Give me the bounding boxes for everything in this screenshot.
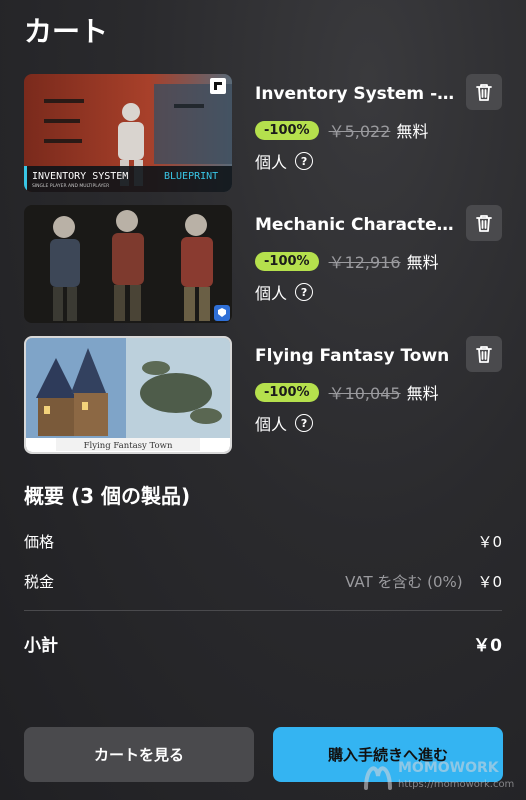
subtotal-label: 小計: [24, 636, 58, 656]
watermark-name: MOMOWORK: [398, 760, 499, 776]
remove-item-button[interactable]: [466, 205, 502, 241]
cart-item: INVENTORY SYSTEM BLUEPRINT SINGLE PLAYER…: [24, 74, 504, 192]
license-row: 個人 ?: [255, 411, 314, 435]
discount-badge: -100%: [255, 382, 319, 402]
original-price: ￥10,045: [328, 384, 401, 403]
discount-badge: -100%: [255, 251, 319, 271]
thumb-caption: INVENTORY SYSTEM: [32, 171, 128, 182]
price-summary-row: 価格 ￥0: [24, 531, 502, 552]
cart-item: Flying Fantasy Town Flying Fantasy Town …: [24, 336, 504, 454]
license-label: 個人: [255, 284, 288, 303]
license-label: 個人: [255, 415, 288, 434]
remove-item-button[interactable]: [466, 336, 502, 372]
tax-label: 税金: [24, 573, 55, 591]
price-value: ￥0: [477, 533, 502, 551]
price-row: -100% ￥10,045 無料: [255, 380, 439, 404]
subtotal-row: 小計 ￥0: [24, 631, 502, 656]
tax-value: ￥0: [477, 573, 502, 591]
help-circle-icon[interactable]: ?: [295, 283, 314, 301]
trash-icon: [476, 84, 492, 101]
price-row: -100% ￥5,022 無料: [255, 118, 428, 142]
watermark-url: https://momowork.com: [398, 779, 515, 790]
product-thumbnail-inventory[interactable]: INVENTORY SYSTEM BLUEPRINT SINGLE PLAYER…: [24, 74, 232, 192]
thumb-tag: BLUEPRINT: [164, 171, 218, 182]
help-circle-icon[interactable]: ?: [295, 152, 314, 170]
price-row: -100% ￥12,916 無料: [255, 249, 439, 273]
item-name[interactable]: Flying Fantasy Town: [255, 346, 460, 366]
item-name[interactable]: Inventory System - Full: [255, 84, 460, 104]
license-label: 個人: [255, 153, 288, 172]
tax-summary-row: 税金 VAT を含む (0%) ￥0: [24, 571, 502, 592]
final-price: 無料: [406, 253, 439, 272]
cart-item: Mechanic Character Pack -100% ￥12,916 無料…: [24, 205, 504, 323]
product-thumbnail-flying-town[interactable]: Flying Fantasy Town: [24, 336, 232, 454]
original-price: ￥12,916: [328, 253, 401, 272]
thumb-caption: Flying Fantasy Town: [84, 441, 173, 451]
final-price: 無料: [396, 122, 429, 141]
thumb-subcaption: SINGLE PLAYER AND MULTIPLAYER: [32, 183, 109, 189]
watermark: MOMOWORK https://momowork.com: [362, 756, 522, 796]
help-circle-icon[interactable]: ?: [295, 414, 314, 432]
original-price: ￥5,022: [328, 122, 391, 141]
remove-item-button[interactable]: [466, 74, 502, 110]
trash-icon: [476, 346, 492, 363]
watermark-logo-icon: [364, 766, 392, 790]
final-price: 無料: [406, 384, 439, 403]
trash-icon: [476, 215, 492, 232]
view-cart-button[interactable]: カートを見る: [24, 727, 254, 782]
product-thumbnail-mechanic[interactable]: [24, 205, 232, 323]
summary-title: 概要 (3 個の製品): [24, 484, 191, 508]
license-row: 個人 ?: [255, 149, 314, 173]
price-label: 価格: [24, 533, 55, 551]
item-name[interactable]: Mechanic Character Pack: [255, 215, 460, 235]
subtotal-value: ￥0: [473, 636, 502, 656]
license-row: 個人 ?: [255, 280, 314, 304]
tax-note: VAT を含む (0%): [345, 573, 463, 591]
divider: [24, 610, 502, 611]
page-title: カート: [24, 15, 109, 48]
discount-badge: -100%: [255, 120, 319, 140]
